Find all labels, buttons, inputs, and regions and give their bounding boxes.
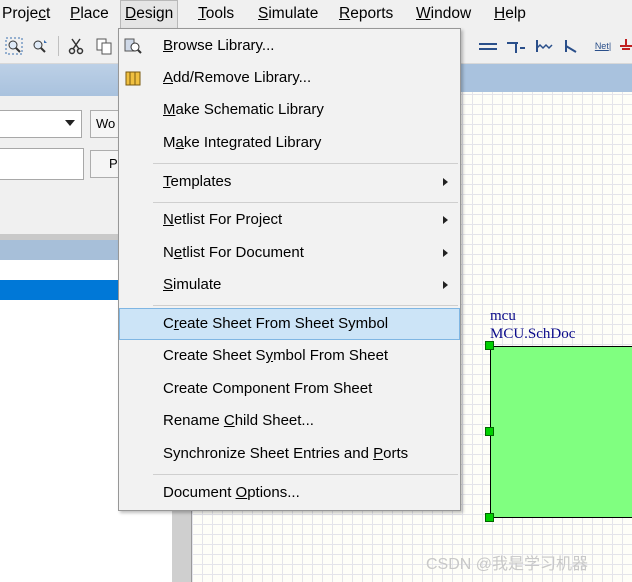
menu-place[interactable]: Place [66, 0, 113, 28]
menu-window[interactable]: Window [412, 0, 475, 28]
chevron-right-icon [443, 281, 448, 289]
menu-simulate[interactable]: Simulate [254, 0, 322, 28]
selection-handle[interactable] [485, 513, 494, 522]
zoom-fit-icon[interactable] [4, 36, 24, 56]
sheet-symbol-filename[interactable]: MCU.SchDoc [490, 326, 575, 343]
menu-item-synchronize-sheet-entries[interactable]: Synchronize Sheet Entries and Ports [119, 438, 460, 470]
menu-item-simulate[interactable]: Simulate [119, 269, 460, 301]
menu-item-create-sheet-from-sheet-symbol[interactable]: Create Sheet From Sheet Symbol [119, 308, 460, 340]
menu-separator [153, 305, 458, 306]
bus-icon[interactable] [478, 36, 498, 56]
cut-icon[interactable] [66, 36, 86, 56]
sheet-symbol-designator[interactable]: mcu [490, 308, 516, 325]
wire-icon[interactable] [534, 36, 554, 56]
menu-separator [153, 202, 458, 203]
menu-reports[interactable]: Reports [335, 0, 397, 28]
power-icon[interactable] [562, 36, 582, 56]
selection-handle[interactable] [485, 341, 494, 350]
chevron-right-icon [443, 178, 448, 186]
menu-item-document-options[interactable]: Document Options... [119, 477, 460, 509]
chevron-right-icon [443, 216, 448, 224]
selection-handle[interactable] [485, 427, 494, 436]
copy-icon[interactable] [94, 36, 114, 56]
menu-item-rename-child-sheet[interactable]: Rename Child Sheet... [119, 405, 460, 437]
menu-item-netlist-for-project[interactable]: Netlist For Project [119, 204, 460, 236]
menu-item-templates[interactable]: Templates [119, 166, 460, 198]
menu-item-make-schematic-library[interactable]: Make Schematic Library [119, 94, 460, 126]
workspace-dropdown[interactable] [0, 110, 82, 138]
chevron-right-icon [443, 249, 448, 257]
port-icon[interactable] [506, 36, 526, 56]
library-icon [124, 37, 142, 59]
menu-bar: Project Place Design Tools Simulate Repo… [0, 0, 632, 29]
sheet-symbol[interactable] [490, 346, 632, 518]
menu-separator [153, 163, 458, 164]
menu-item-make-integrated-library[interactable]: Make Integrated Library [119, 127, 460, 159]
menu-item-create-component-from-sheet[interactable]: Create Component From Sheet [119, 373, 460, 405]
menu-item-add-remove-library[interactable]: Add/Remove Library... [119, 62, 460, 94]
chevron-down-icon [65, 120, 75, 126]
menu-separator [153, 474, 458, 475]
project-field[interactable] [0, 148, 84, 180]
menu-item-netlist-for-document[interactable]: Netlist For Document [119, 237, 460, 269]
net-label-icon[interactable]: Net | [590, 36, 616, 56]
menu-design[interactable]: Design [120, 0, 179, 29]
add-library-icon [125, 70, 141, 90]
menu-tools[interactable]: Tools [194, 0, 238, 28]
design-menu: Browse Library... Add/Remove Library... … [118, 28, 461, 511]
watermark: CSDN @我是学习机器 [426, 556, 589, 573]
toolbar-divider [58, 36, 59, 56]
menu-project[interactable]: Project [0, 0, 54, 28]
zoom-select-icon[interactable] [30, 36, 50, 56]
menu-item-create-sheet-symbol-from-sheet[interactable]: Create Sheet Symbol From Sheet [119, 340, 460, 372]
menu-item-browse-library[interactable]: Browse Library... [119, 30, 460, 62]
menu-help[interactable]: Help [490, 0, 530, 28]
gnd-icon[interactable] [620, 36, 632, 56]
